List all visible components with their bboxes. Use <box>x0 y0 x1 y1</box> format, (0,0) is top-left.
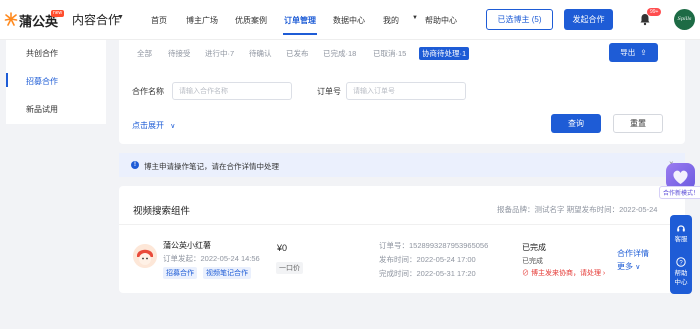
customer-service-label[interactable]: 客服 <box>671 236 691 244</box>
tab-published[interactable]: 已发布 <box>286 48 309 59</box>
selected-creators-button[interactable]: 已选博主 (5) <box>486 9 553 30</box>
tab-negotiation-pending[interactable]: 协商待处理·1 <box>419 47 470 60</box>
order-card: 视频搜索组件 报备品牌：测试名字 期望发布时间：2022-05-24 蒲公英小红… <box>119 186 685 293</box>
sidebar-item-recruit[interactable]: 招募合作 <box>26 76 58 87</box>
collab-name-input[interactable] <box>172 82 292 100</box>
user-avatar[interactable]: Spills <box>674 9 695 30</box>
nav-cases[interactable]: 优质案例 <box>235 15 267 26</box>
order-number: 1528993287953965056 <box>409 241 489 250</box>
order-no-label: 订单号 <box>317 87 341 96</box>
tab-completed[interactable]: 已完成·18 <box>323 48 356 59</box>
sidebar-item-trial[interactable]: 新品试用 <box>26 104 58 115</box>
publish-time: 2022-05-24 17:00 <box>416 255 476 264</box>
chevron-down-icon[interactable]: ▼ <box>412 15 418 21</box>
order-sub-status: 已完成 <box>522 258 543 265</box>
caret-down-icon[interactable]: ▼ <box>117 14 124 21</box>
warning-text: 博主发来协商，请处理 <box>530 270 601 277</box>
export-label: 导出 <box>620 48 636 57</box>
tag-video-note: 视频笔记合作 <box>203 267 251 279</box>
sidebar-active-indicator <box>6 73 8 87</box>
warning-icon: ⊘ <box>522 270 529 277</box>
complete-time-line: 完成时间：2022-05-31 17:20 <box>379 268 476 279</box>
new-mode-label[interactable]: 合作新模式！ <box>659 186 700 199</box>
tab-all[interactable]: 全部 <box>137 48 152 59</box>
complete-time: 2022-05-31 17:20 <box>416 269 476 278</box>
nav-mine[interactable]: 我的 <box>383 15 399 26</box>
creator-name[interactable]: 蒲公英小红薯 <box>163 240 211 251</box>
filter-panel: 全部 待接受 进行中·7 待确认 已发布 已完成·18 已取消·15 协商待处理… <box>119 40 685 144</box>
business-switcher[interactable]: 内容合作 <box>72 11 120 28</box>
query-button[interactable]: 查询 <box>551 114 601 133</box>
more-actions-dropdown[interactable]: 更多 ∨ <box>617 261 640 272</box>
order-number-label: 订单号： <box>379 241 409 250</box>
more-label: 更多 <box>617 262 633 271</box>
collab-detail-link[interactable]: 合作详情 <box>617 248 649 259</box>
tab-pending-accept[interactable]: 待接受 <box>168 48 191 59</box>
tag-recruit: 招募合作 <box>163 267 197 279</box>
price-type: 一口价 <box>276 262 303 274</box>
sidebar-item-cocreation[interactable]: 共创合作 <box>26 48 58 59</box>
help-icon[interactable]: ? <box>676 257 686 267</box>
sidebar: 共创合作 招募合作 新品试用 <box>6 40 106 124</box>
nav-home[interactable]: 首页 <box>151 15 167 26</box>
chevron-right-icon: › <box>602 270 606 277</box>
export-icon: ⇪ <box>640 48 647 57</box>
export-button[interactable]: 导出 ⇪ <box>609 43 658 62</box>
negotiation-warning[interactable]: ⊘ 博主发来协商，请处理 › <box>522 268 605 278</box>
order-no-input[interactable] <box>346 82 466 100</box>
order-title: 视频搜索组件 <box>133 206 191 217</box>
help-label-2[interactable]: 中心 <box>671 279 691 287</box>
dandelion-logo-icon[interactable] <box>4 12 18 26</box>
creator-avatar[interactable] <box>133 244 157 268</box>
notification-count-badge: 99+ <box>647 8 662 16</box>
order-number-line: 订单号：1528993287953965056 <box>379 240 488 251</box>
expand-label: 点击展开 <box>132 121 164 130</box>
nav-data-center[interactable]: 数据中心 <box>333 15 365 26</box>
chevron-down-icon: ∨ <box>170 123 176 130</box>
tab-cancelled[interactable]: 已取消·15 <box>373 48 406 59</box>
reset-button[interactable]: 重置 <box>613 114 663 133</box>
active-nav-underline <box>283 33 317 35</box>
complete-time-label: 完成时间： <box>379 269 417 278</box>
headset-icon[interactable] <box>676 223 686 233</box>
order-meta: 报备品牌：测试名字 期望发布时间：2022-05-24 <box>497 205 658 214</box>
notice-bar: ! 博主申请操作笔记，请在合作详情中处理 × <box>119 153 685 177</box>
nav-order-management[interactable]: 订单管理 <box>284 15 316 26</box>
help-label-1[interactable]: 帮助 <box>671 270 691 278</box>
publish-time-line: 发布时间：2022-05-24 17:00 <box>379 254 476 265</box>
expand-filters-link[interactable]: 点击展开 ∨ <box>132 120 175 131</box>
order-start-date: 订单发起：2022-05-24 14:56 <box>163 254 260 263</box>
top-navigation: 蒲公英 new 内容合作 ▼ 首页 博主广场 优质案例 订单管理 数据中心 我的… <box>0 0 700 40</box>
divider <box>119 224 685 225</box>
tab-in-progress[interactable]: 进行中·7 <box>205 48 234 59</box>
collab-name-label: 合作名称 <box>132 87 164 96</box>
nav-creator-square[interactable]: 博主广场 <box>186 15 218 26</box>
publish-time-label: 发布时间： <box>379 255 417 264</box>
info-icon: ! <box>131 161 139 169</box>
start-collab-button[interactable]: 发起合作 <box>564 9 613 30</box>
new-badge: new <box>51 10 65 17</box>
floating-service-bar: 客服 ? 帮助 中心 <box>670 215 692 294</box>
tab-pending-confirm[interactable]: 待确认 <box>249 48 272 59</box>
nav-help-center[interactable]: 帮助中心 <box>425 15 457 26</box>
order-price: ¥0 <box>277 243 288 253</box>
chevron-down-icon: ∨ <box>635 264 641 271</box>
order-status: 已完成 <box>522 243 546 252</box>
notice-text: 博主申请操作笔记，请在合作详情中处理 <box>144 162 279 171</box>
